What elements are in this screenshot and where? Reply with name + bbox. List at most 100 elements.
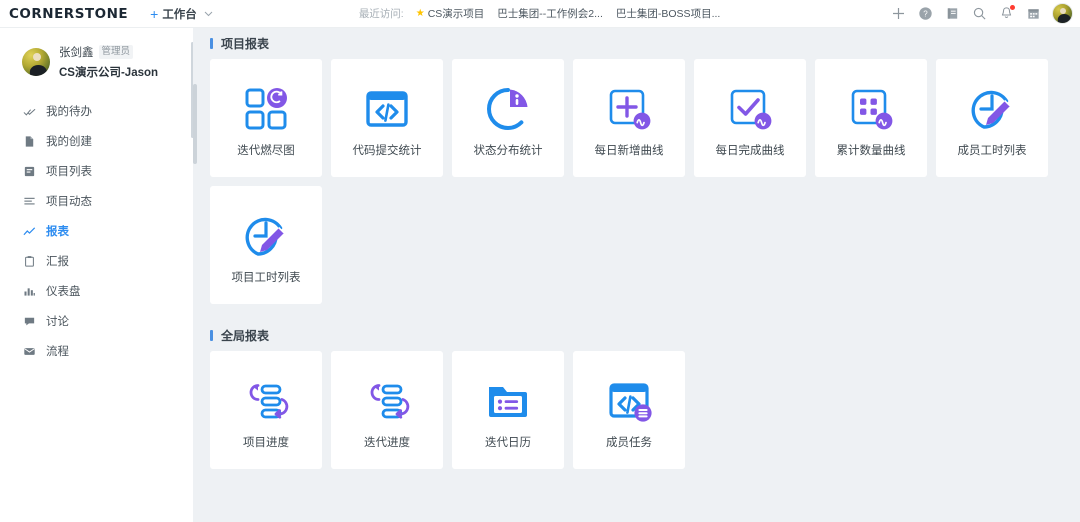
report-card-daily-new-curve[interactable]: 每日新增曲线 [573,59,685,177]
report-card-label: 每日新增曲线 [594,145,664,157]
sidebar-item-process[interactable]: 流程 [0,336,193,366]
help-circle-icon[interactable]: ? [912,0,939,27]
member-timesheet-icon [966,78,1018,140]
top-bar-actions: ? [885,0,1080,27]
main-scrollbar[interactable] [193,84,197,164]
recent-item-label: 巴士集团-BOSS项目... [615,8,721,20]
iteration-progress-icon [361,370,413,432]
avatar [22,48,50,76]
workspace-plus-icon: + [150,5,159,22]
report-card-iteration-calendar[interactable]: 迭代日历 [452,351,564,469]
iteration-burndown-icon [240,78,292,140]
plus-icon[interactable] [885,0,912,27]
code-commit-icon [361,78,413,140]
report-card-label: 迭代日历 [485,437,531,449]
sidebar-item-my-created[interactable]: 我的创建 [0,126,193,156]
report-card-project-timesheet[interactable]: 项目工时列表 [210,186,322,304]
calendar-icon[interactable] [1020,0,1047,27]
section-title: 全局报表 [221,329,270,343]
report-card-member-task[interactable]: 成员任务 [573,351,685,469]
file-icon [23,135,36,148]
report-card-label: 项目工时列表 [231,272,301,284]
sidebar-item-label: 讨论 [46,316,69,328]
sidebar-item-summary[interactable]: 汇报 [0,246,193,276]
report-card-code-commit[interactable]: 代码提交统计 [331,59,443,177]
bell-icon[interactable] [993,0,1020,27]
double-check-icon [23,105,36,118]
recent-item[interactable]: 巴士集团-BOSS项目... [616,6,720,21]
report-card-iteration-burndown[interactable]: 迭代燃尽图 [210,59,322,177]
comment-icon [23,315,36,328]
section-accent-bar [210,38,213,49]
report-card-member-timesheet[interactable]: 成员工时列表 [936,59,1048,177]
report-card-label: 代码提交统计 [352,145,422,157]
chevron-down-icon [204,9,213,19]
cumulative-count-curve-icon [845,78,897,140]
sidebar-item-project-activity[interactable]: 项目动态 [0,186,193,216]
sidebar-user-text: 张剑鑫 管理员 CS演示公司-Jason [59,44,158,80]
activity-lines-icon [23,195,36,208]
sidebar-item-discussion[interactable]: 讨论 [0,306,193,336]
recent-item-label: CS演示项目 [427,8,485,20]
sidebar-item-label: 项目动态 [46,196,92,208]
notebook-icon[interactable] [939,0,966,27]
sidebar-item-label: 我的待办 [46,106,92,118]
status-pie-icon [482,78,534,140]
project-reports-card-grid: 迭代燃尽图 代码提交统计 状态分布统计 每日新增曲线 每日完成曲线 累计数量曲线… [193,59,1053,304]
main-content: 项目报表 迭代燃尽图 代码提交统计 状态分布统计 每日新增曲线 每日完成曲线 累… [193,28,1080,522]
report-card-project-progress[interactable]: 项目进度 [210,351,322,469]
workspace-switcher[interactable]: + 工作台 [150,6,213,22]
report-card-daily-done-curve[interactable]: 每日完成曲线 [694,59,806,177]
search-icon[interactable] [966,0,993,27]
notification-badge [1010,5,1015,10]
recent-item[interactable]: ★ CS演示项目 [416,6,485,21]
sidebar-item-project-list[interactable]: 项目列表 [0,156,193,186]
recent-item-label: 巴士集团--工作例会2... [497,8,603,20]
sidebar-item-my-todo[interactable]: 我的待办 [0,96,193,126]
sidebar-item-label: 仪表盘 [46,286,81,298]
global-reports-card-grid: 项目进度 迭代进度 迭代日历 成员任务 [193,351,1053,469]
envelope-icon [23,345,36,358]
member-task-icon [603,370,655,432]
sidebar-item-reports[interactable]: 报表 [0,216,193,246]
chart-line-icon [23,225,36,238]
sidebar-item-label: 项目列表 [46,166,92,178]
top-bar: CORNERSTONE + 工作台 最近访问: ★ CS演示项目 巴士集团--工… [0,0,1080,28]
user-name: 张剑鑫 [59,47,94,59]
star-icon: ★ [415,8,425,19]
sidebar-item-label: 报表 [46,226,69,238]
sidebar-user-block[interactable]: 张剑鑫 管理员 CS演示公司-Jason [0,28,193,80]
daily-new-curve-icon [603,78,655,140]
report-card-status-distribution[interactable]: 状态分布统计 [452,59,564,177]
section-header-global-reports: 全局报表 [193,320,1080,351]
project-progress-icon [240,370,292,432]
report-card-iteration-progress[interactable]: 迭代进度 [331,351,443,469]
brand-logo[interactable]: CORNERSTONE [0,6,128,22]
svg-text:?: ? [923,10,928,19]
report-card-label: 累计数量曲线 [836,145,906,157]
daily-done-curve-icon [724,78,776,140]
iteration-calendar-icon [482,370,534,432]
report-card-label: 每日完成曲线 [715,145,785,157]
project-timesheet-icon [240,205,292,267]
report-card-label: 成员任务 [606,437,652,449]
report-card-label: 迭代燃尽图 [237,145,295,157]
sidebar-nav: 我的待办 我的创建 项目列表 项目动态 报表 汇报 仪表盘 讨论 流程 [0,96,193,366]
sidebar: 张剑鑫 管理员 CS演示公司-Jason 我的待办 我的创建 项目列表 项目动态… [0,28,194,522]
report-card-label: 项目进度 [243,437,289,449]
bar-chart-icon [23,285,36,298]
report-card-cumulative-count-curve[interactable]: 累计数量曲线 [815,59,927,177]
report-card-label: 状态分布统计 [473,145,543,157]
report-card-label: 迭代进度 [364,437,410,449]
user-role-badge: 管理员 [98,45,134,59]
user-company: CS演示公司-Jason [59,67,159,79]
sidebar-item-label: 流程 [46,346,69,358]
recent-visits: 最近访问: ★ CS演示项目 巴士集团--工作例会2... 巴士集团-BOSS项… [359,6,734,21]
avatar[interactable] [1052,3,1073,24]
sidebar-item-dashboard[interactable]: 仪表盘 [0,276,193,306]
sidebar-item-label: 汇报 [46,256,69,268]
section-accent-bar [210,330,213,341]
workspace-label: 工作台 [162,8,197,21]
section-title: 项目报表 [221,37,270,51]
recent-item[interactable]: 巴士集团--工作例会2... [497,6,603,21]
